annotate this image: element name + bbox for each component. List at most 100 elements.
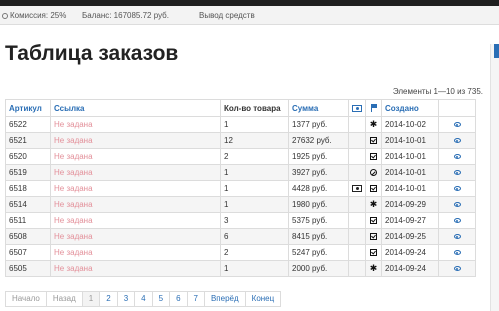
pager-page-7[interactable]: 7 <box>186 291 205 307</box>
cell-link: Не задана <box>50 164 221 181</box>
cell-article: 6508 <box>5 228 51 245</box>
cell-article: 6518 <box>5 180 51 197</box>
eye-icon[interactable] <box>453 218 461 224</box>
cell-link: Не задана <box>50 196 221 213</box>
panel-handle[interactable] <box>494 44 499 58</box>
table-row: 6521 Не задана 12 27632 руб. 2014-10-01 <box>5 132 476 149</box>
eye-icon[interactable] <box>453 186 461 192</box>
check-square-icon <box>370 217 377 225</box>
col-status[interactable] <box>365 99 382 117</box>
cell-view[interactable] <box>438 228 476 245</box>
col-created[interactable]: Создано <box>381 99 439 117</box>
orders-table: Артикул Ссылка Кол-во товара Сумма Созда… <box>5 99 476 277</box>
cell-view[interactable] <box>438 212 476 229</box>
cell-payment <box>348 260 366 277</box>
right-scroll-panel[interactable] <box>490 44 499 311</box>
eye-icon[interactable] <box>453 122 461 128</box>
pager-next[interactable]: Вперёд <box>203 291 246 307</box>
table-row: 6520 Не задана 2 1925 руб. 2014-10-01 <box>5 148 476 165</box>
asterisk-icon: ✱ <box>369 263 378 273</box>
cell-article: 6514 <box>5 196 51 213</box>
eye-icon[interactable] <box>453 154 461 160</box>
table-row: 6507 Не задана 2 5247 руб. 2014-09-24 <box>5 244 476 261</box>
eye-icon[interactable] <box>453 138 461 144</box>
cell-created: 2014-09-27 <box>381 212 439 229</box>
check-square-icon <box>370 249 377 257</box>
col-article[interactable]: Артикул <box>5 99 51 117</box>
cell-sum: 1377 руб. <box>288 116 349 133</box>
cell-article: 6522 <box>5 116 51 133</box>
money-icon <box>352 104 362 112</box>
pager-page-6[interactable]: 6 <box>169 291 188 307</box>
withdraw-link[interactable]: Вывод средств <box>199 11 255 20</box>
col-qty: Кол-во товара <box>220 99 289 117</box>
table-row: 6505 Не задана 1 2000 руб. ✱ 2014-09-24 <box>5 260 476 277</box>
cell-status <box>365 212 382 229</box>
cell-link: Не задана <box>50 244 221 261</box>
eye-icon[interactable] <box>453 234 461 240</box>
table-row: 6518 Не задана 1 4428 руб. 2014-10-01 <box>5 180 476 197</box>
cell-created: 2014-10-01 <box>381 164 439 181</box>
cell-view[interactable] <box>438 116 476 133</box>
cell-article: 6519 <box>5 164 51 181</box>
cell-created: 2014-09-24 <box>381 244 439 261</box>
cell-article: 6520 <box>5 148 51 165</box>
cell-status: ✱ <box>365 196 382 213</box>
pager-last[interactable]: Конец <box>244 291 282 307</box>
cell-view[interactable] <box>438 260 476 277</box>
pager-first[interactable]: Начало <box>5 291 47 307</box>
pager-page-5[interactable]: 5 <box>151 291 171 307</box>
pager-prev[interactable]: Назад <box>45 291 83 307</box>
pager-page-2[interactable]: 2 <box>99 291 118 307</box>
cell-view[interactable] <box>438 164 476 181</box>
cell-created: 2014-10-01 <box>381 132 439 149</box>
cell-qty: 6 <box>220 228 289 245</box>
cell-payment <box>348 164 366 181</box>
cell-payment <box>348 116 366 133</box>
eye-icon[interactable] <box>453 266 461 272</box>
eye-icon[interactable] <box>453 250 461 256</box>
cell-status <box>365 180 382 197</box>
commission-text: Комиссия: 25% <box>10 11 67 20</box>
cell-link: Не задана <box>50 116 221 133</box>
cell-created: 2014-10-01 <box>381 180 439 197</box>
table-header-row: Артикул Ссылка Кол-во товара Сумма Созда… <box>5 99 476 117</box>
col-sum[interactable]: Сумма <box>288 99 349 117</box>
cell-created: 2014-09-24 <box>381 260 439 277</box>
cell-view[interactable] <box>438 244 476 261</box>
cell-qty: 2 <box>220 244 289 261</box>
eye-icon[interactable] <box>453 170 461 176</box>
cell-created: 2014-10-01 <box>381 148 439 165</box>
col-actions <box>438 99 476 117</box>
money-icon <box>352 185 362 193</box>
cell-status <box>365 148 382 165</box>
cell-payment <box>348 212 366 229</box>
pager-page-1[interactable]: 1 <box>81 291 101 307</box>
pager-page-4[interactable]: 4 <box>134 291 153 307</box>
account-bar: Комиссия: 25% Баланс: 167085.72 руб. Выв… <box>0 6 499 25</box>
cell-sum: 5247 руб. <box>288 244 349 261</box>
cell-article: 6505 <box>5 260 51 277</box>
table-row: 6519 Не задана 1 3927 руб. 2014-10-01 <box>5 164 476 181</box>
cell-view[interactable] <box>438 180 476 197</box>
cell-view[interactable] <box>438 196 476 213</box>
cell-sum: 4428 руб. <box>288 180 349 197</box>
page-title: Таблица заказов <box>5 42 179 65</box>
cell-payment <box>348 180 366 197</box>
cell-view[interactable] <box>438 132 476 149</box>
cell-qty: 1 <box>220 116 289 133</box>
cell-view[interactable] <box>438 148 476 165</box>
pager-page-3[interactable]: 3 <box>116 291 136 307</box>
cell-qty: 1 <box>220 196 289 213</box>
col-payment[interactable] <box>348 99 366 117</box>
cell-payment <box>348 148 366 165</box>
asterisk-icon: ✱ <box>369 119 378 129</box>
table-row: 6508 Не задана 6 8415 руб. 2014-09-25 <box>5 228 476 245</box>
cell-status <box>365 164 382 181</box>
cell-sum: 1925 руб. <box>288 148 349 165</box>
flag-icon <box>370 104 377 113</box>
col-link[interactable]: Ссылка <box>50 99 221 117</box>
eye-icon[interactable] <box>453 202 461 208</box>
cell-article: 6507 <box>5 244 51 261</box>
cell-sum: 3927 руб. <box>288 164 349 181</box>
